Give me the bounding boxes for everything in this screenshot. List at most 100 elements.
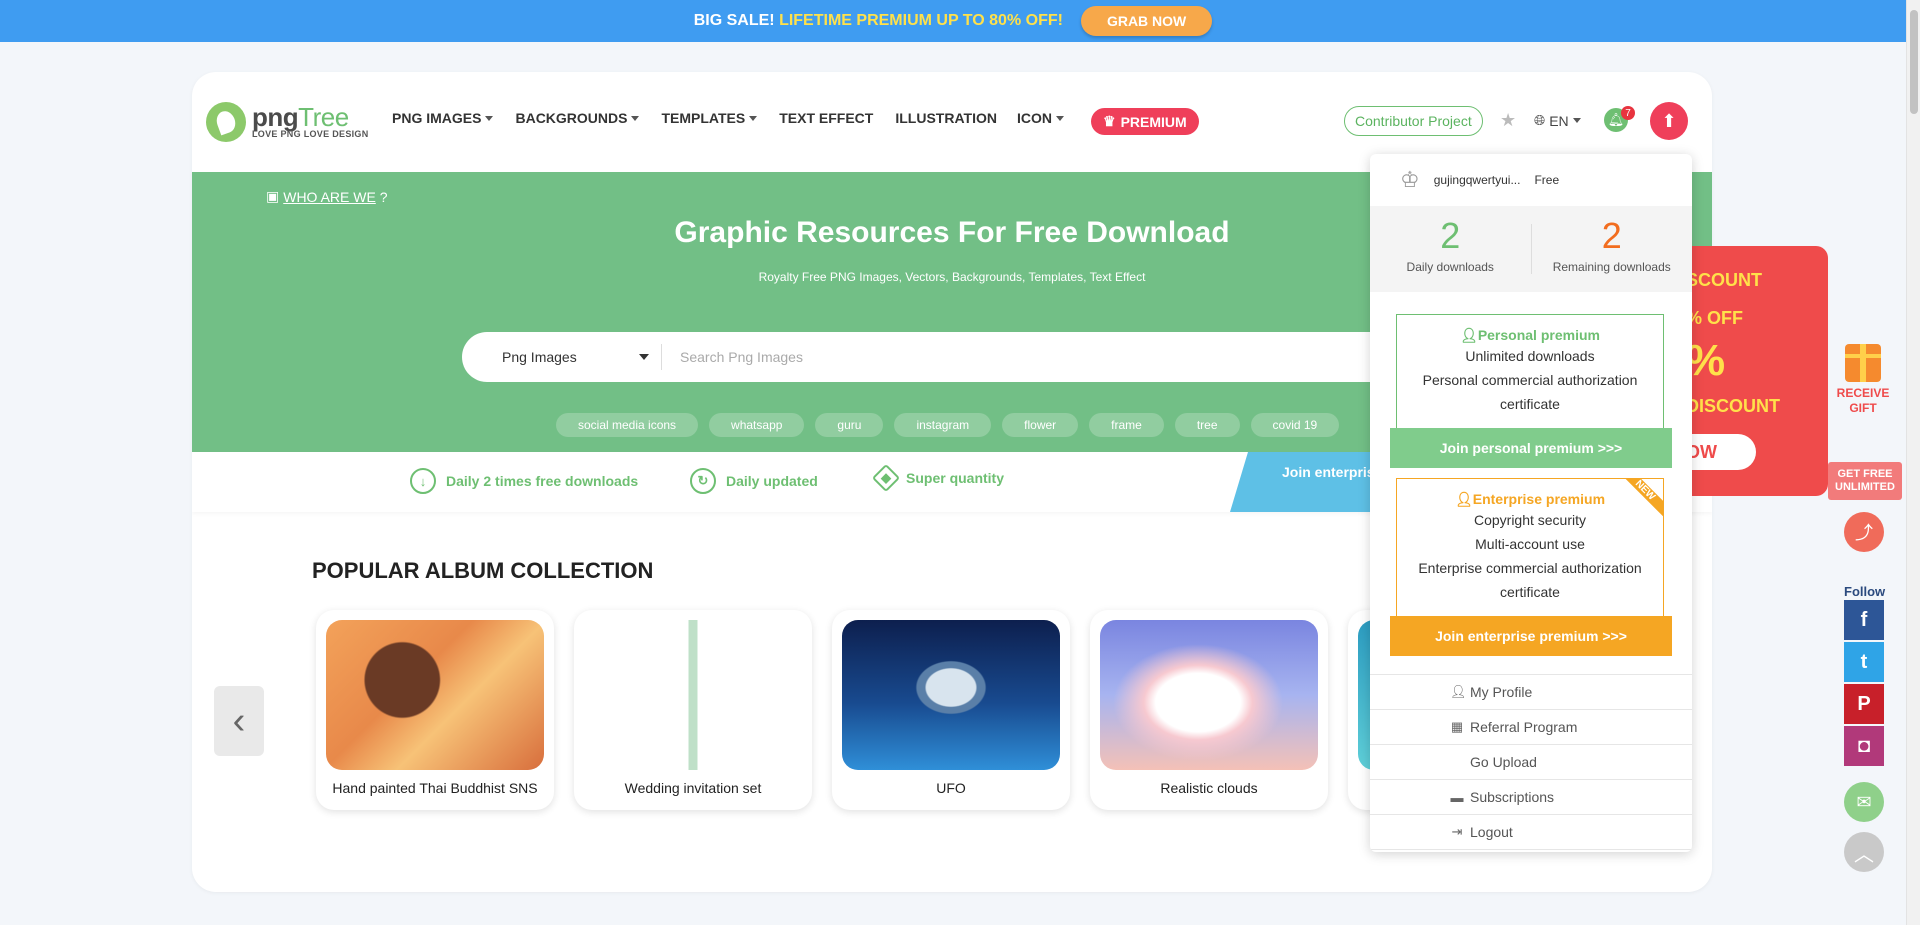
favorites-star-icon[interactable]: ★ bbox=[1500, 110, 1516, 131]
search-input[interactable] bbox=[662, 349, 1422, 365]
globe-icon: 🌐︎ bbox=[1534, 112, 1546, 128]
chevron-down-icon bbox=[1055, 115, 1064, 121]
chevron-down-icon bbox=[749, 115, 758, 121]
promo-highlight: LIFETIME PREMIUM UP TO 80% OFF! bbox=[779, 12, 1063, 29]
logo-tagline: LOVE PNG LOVE DESIGN bbox=[252, 129, 369, 139]
album-card[interactable]: Realistic clouds bbox=[1090, 610, 1328, 810]
chevron-down-icon bbox=[1572, 118, 1581, 123]
user-icon: 👤︎ bbox=[1450, 684, 1467, 699]
tag-chip[interactable]: guru bbox=[815, 413, 884, 437]
carousel-prev-button[interactable]: ‹ bbox=[214, 686, 264, 756]
caret-down-icon bbox=[639, 354, 649, 360]
back-to-top-button[interactable]: ︿ bbox=[1844, 832, 1884, 872]
receive-gift[interactable]: RECEIVE GIFT bbox=[1830, 344, 1896, 416]
get-free-unlimited-badge[interactable]: GET FREE UNLIMITED bbox=[1828, 462, 1902, 500]
join-personal-premium-button[interactable]: Join personal premium >>> bbox=[1390, 428, 1672, 468]
leaf-logo-icon bbox=[206, 102, 246, 142]
discount-popup[interactable]: SCOUNT % OFF % DISCOUNT OW bbox=[1676, 246, 1828, 496]
chevron-down-icon bbox=[485, 115, 494, 121]
discount-line: % OFF bbox=[1686, 308, 1743, 328]
who-are-we[interactable]: ▣ WHO ARE WE ? bbox=[266, 188, 388, 205]
enterprise-premium-title: 👤︎Enterprise premium bbox=[1454, 491, 1606, 507]
notification-count-badge: 7 bbox=[1621, 106, 1635, 120]
account-menu: 👤︎ My Profile ▦ Referral Program Go Upload… bbox=[1370, 674, 1692, 850]
who-are-we-link[interactable]: WHO ARE WE bbox=[283, 189, 376, 205]
user-dropdown-menu: ♔ gujingqwertyui... Free 2 Daily downloa… bbox=[1370, 154, 1692, 852]
nav-icon[interactable]: ICON bbox=[1017, 110, 1064, 126]
plan-label: Free bbox=[1534, 173, 1560, 187]
receive-gift-label: RECEIVE GIFT bbox=[1836, 386, 1890, 415]
crown-icon: ♔ bbox=[1400, 167, 1420, 192]
album-section-title: POPULAR ALBUM COLLECTION bbox=[312, 558, 654, 583]
tag-chip[interactable]: instagram bbox=[894, 413, 992, 437]
nav-text-effect[interactable]: TEXT EFFECT bbox=[779, 110, 873, 126]
album-label: UFO bbox=[936, 780, 966, 796]
language-selector[interactable]: 🌐︎ EN bbox=[1534, 112, 1581, 129]
tag-chip[interactable]: social media icons bbox=[556, 413, 699, 437]
search-category-select[interactable]: Png Images bbox=[462, 344, 662, 370]
tag-chip[interactable]: tree bbox=[1174, 413, 1240, 437]
gift-icon bbox=[1845, 344, 1881, 382]
download-icon: ↓ bbox=[410, 468, 436, 494]
album-label: Hand painted Thai Buddhist SNS bbox=[332, 780, 538, 796]
pinterest-icon[interactable]: P bbox=[1844, 684, 1884, 724]
tag-chip[interactable]: flower bbox=[1002, 413, 1079, 437]
contributor-project-button[interactable]: Contributor Project bbox=[1344, 106, 1483, 136]
discount-line: DISCOUNT bbox=[1686, 396, 1780, 416]
nav-templates[interactable]: TEMPLATES bbox=[661, 110, 758, 126]
album-card[interactable]: Hand painted Thai Buddhist SNS bbox=[316, 610, 554, 810]
remaining-downloads: 2 Remaining downloads bbox=[1552, 215, 1671, 275]
nav-png-images[interactable]: PNG IMAGES bbox=[392, 110, 494, 126]
album-thumbnail bbox=[326, 620, 544, 770]
scrollbar-thumb[interactable] bbox=[1910, 10, 1918, 114]
user-icon: 👤︎ bbox=[1454, 491, 1473, 507]
menu-subscriptions[interactable]: ▬ Subscriptions bbox=[1370, 780, 1692, 815]
pngtree-logo[interactable]: pngTree LOVE PNG LOVE DESIGN bbox=[206, 102, 369, 142]
facebook-icon[interactable]: f bbox=[1844, 600, 1884, 640]
menu-my-profile[interactable]: 👤︎ My Profile bbox=[1370, 675, 1692, 710]
menu-go-upload[interactable]: Go Upload bbox=[1370, 745, 1692, 780]
twitter-icon[interactable]: t bbox=[1844, 642, 1884, 682]
grab-now-button[interactable]: GRAB NOW bbox=[1080, 6, 1213, 36]
join-enterprise-premium-button[interactable]: Join enterprise premium >>> bbox=[1390, 616, 1672, 656]
menu-logout[interactable]: ⇥ Logout bbox=[1370, 815, 1692, 850]
page-scrollbar[interactable] bbox=[1906, 0, 1920, 925]
crown-icon: ♛ bbox=[1103, 113, 1116, 129]
logout-icon: ⇥ bbox=[1451, 824, 1463, 839]
card-icon: ▬ bbox=[1450, 789, 1464, 805]
nav-backgrounds[interactable]: BACKGROUNDS bbox=[515, 110, 640, 126]
user-avatar[interactable]: ⬆ bbox=[1650, 102, 1688, 140]
nav-illustration[interactable]: ILLUSTRATION bbox=[895, 110, 997, 126]
main-nav: PNG IMAGES BACKGROUNDS TEMPLATES TEXT EF… bbox=[392, 110, 1086, 126]
refresh-clock-icon: ↻ bbox=[690, 468, 716, 494]
album-label: Realistic clouds bbox=[1160, 780, 1258, 796]
download-stats: 2 Daily downloads 2 Remaining downloads bbox=[1370, 206, 1692, 292]
share-icon[interactable]: ⤴ bbox=[1844, 512, 1884, 552]
layers-icon: ◆ bbox=[871, 463, 901, 493]
premium-button[interactable]: ♛ PREMIUM bbox=[1091, 108, 1199, 135]
promo-text: BIG SALE! LIFETIME PREMIUM UP TO 80% OFF… bbox=[694, 12, 1063, 30]
chevron-up-icon: ︿ bbox=[1854, 843, 1874, 866]
tag-chip[interactable]: whatsapp bbox=[709, 413, 805, 437]
chevron-down-icon bbox=[631, 115, 640, 121]
personal-premium-box: 👤︎Personal premium Unlimited downloads P… bbox=[1396, 314, 1664, 430]
album-card[interactable]: Wedding invitation set bbox=[574, 610, 812, 810]
promo-big-sale: BIG SALE! bbox=[693, 12, 775, 29]
menu-referral-program[interactable]: ▦ Referral Program bbox=[1370, 710, 1692, 745]
album-card[interactable]: UFO bbox=[832, 610, 1070, 810]
album-thumbnail bbox=[842, 620, 1060, 770]
user-header: ♔ gujingqwertyui... Free bbox=[1370, 154, 1692, 206]
personal-premium-title: 👤︎Personal premium bbox=[1460, 327, 1600, 343]
follow-label: Follow bbox=[1844, 584, 1886, 599]
chevron-left-icon: ‹ bbox=[232, 699, 246, 742]
promo-bar: BIG SALE! LIFETIME PREMIUM UP TO 80% OFF… bbox=[0, 0, 1906, 42]
instagram-icon[interactable]: ◘ bbox=[1844, 726, 1884, 766]
mail-icon[interactable]: ✉ bbox=[1844, 782, 1884, 822]
tag-chip[interactable]: covid 19 bbox=[1250, 413, 1340, 437]
search-bar: Png Images bbox=[462, 332, 1422, 382]
tag-chip[interactable]: frame bbox=[1089, 413, 1164, 437]
album-label: Wedding invitation set bbox=[624, 780, 762, 796]
calendar-icon: ▣ bbox=[266, 188, 280, 204]
user-icon: 👤︎ bbox=[1460, 327, 1478, 343]
feature-free-downloads: ↓ Daily 2 times free downloads bbox=[410, 468, 638, 494]
